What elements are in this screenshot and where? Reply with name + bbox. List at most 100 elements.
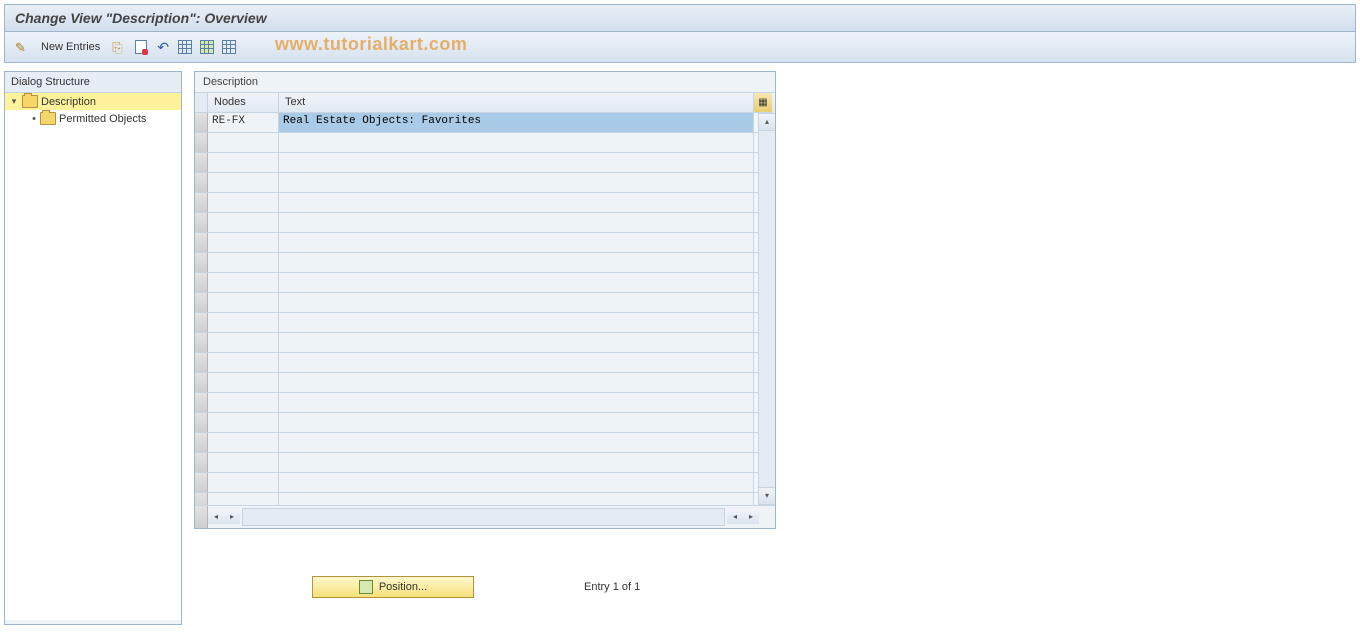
- table-row: [195, 313, 775, 333]
- scroll-right-icon[interactable]: ▸: [224, 510, 240, 524]
- grid-title: Description: [195, 72, 775, 92]
- new-entries-button[interactable]: New Entries: [35, 41, 106, 53]
- cell-nodes[interactable]: [208, 253, 279, 272]
- row-selector[interactable]: [195, 193, 208, 212]
- table-row: [195, 273, 775, 293]
- column-nodes[interactable]: Nodes: [208, 93, 279, 113]
- row-selector[interactable]: [195, 353, 208, 372]
- table-row: [195, 473, 775, 493]
- tree-item-description[interactable]: ▾ Description: [5, 93, 181, 110]
- change-icon[interactable]: ✎: [13, 38, 31, 56]
- cell-text[interactable]: [279, 173, 754, 192]
- cell-text[interactable]: [279, 133, 754, 152]
- table-row: [195, 353, 775, 373]
- cell-text[interactable]: [279, 453, 754, 472]
- cell-text[interactable]: [279, 273, 754, 292]
- cell-text[interactable]: [279, 493, 754, 505]
- select-block-icon[interactable]: [198, 38, 216, 56]
- row-selector[interactable]: [195, 133, 208, 152]
- cell-text[interactable]: [279, 193, 754, 212]
- cell-nodes[interactable]: [208, 133, 279, 152]
- vertical-scrollbar[interactable]: ▴ ▾: [758, 113, 775, 505]
- table-row: [195, 173, 775, 193]
- cell-nodes[interactable]: [208, 293, 279, 312]
- cell-text[interactable]: [279, 153, 754, 172]
- scroll-down-icon[interactable]: ▾: [759, 487, 775, 505]
- row-selector[interactable]: [195, 333, 208, 352]
- cell-text[interactable]: [279, 433, 754, 452]
- cell-nodes[interactable]: [208, 453, 279, 472]
- row-selector[interactable]: [195, 393, 208, 412]
- scroll-left-icon[interactable]: ◂: [208, 510, 224, 524]
- column-text[interactable]: Text: [279, 93, 754, 113]
- scroll-up-icon[interactable]: ▴: [759, 113, 775, 131]
- table-row: [195, 413, 775, 433]
- cell-text[interactable]: [279, 413, 754, 432]
- select-all-icon[interactable]: [176, 38, 194, 56]
- cell-text[interactable]: [279, 473, 754, 492]
- cell-text[interactable]: [279, 333, 754, 352]
- cell-text[interactable]: [279, 373, 754, 392]
- cell-nodes[interactable]: [208, 313, 279, 332]
- cell-text[interactable]: [279, 253, 754, 272]
- table-row: [195, 333, 775, 353]
- deselect-all-icon[interactable]: [220, 38, 238, 56]
- undo-icon[interactable]: ↶: [154, 38, 172, 56]
- cell-nodes[interactable]: [208, 413, 279, 432]
- tree-item-permitted-objects[interactable]: • Permitted Objects: [5, 110, 181, 127]
- cell-nodes[interactable]: [208, 333, 279, 352]
- row-selector[interactable]: [195, 413, 208, 432]
- cell-text[interactable]: [279, 293, 754, 312]
- cell-nodes[interactable]: [208, 493, 279, 505]
- scroll-left2-icon[interactable]: ◂: [727, 510, 743, 524]
- select-all-rows[interactable]: [195, 93, 208, 113]
- row-selector[interactable]: [195, 493, 208, 505]
- scroll-right2-icon[interactable]: ▸: [743, 510, 759, 524]
- row-selector[interactable]: [195, 473, 208, 492]
- position-button[interactable]: Position...: [312, 576, 474, 598]
- cell-text[interactable]: [279, 233, 754, 252]
- delete-icon[interactable]: [132, 38, 150, 56]
- row-selector[interactable]: [195, 173, 208, 192]
- cell-nodes[interactable]: [208, 173, 279, 192]
- table-row: [195, 193, 775, 213]
- copy-icon[interactable]: ⎘: [110, 38, 128, 56]
- row-selector[interactable]: [195, 433, 208, 452]
- cell-nodes[interactable]: [208, 473, 279, 492]
- row-selector[interactable]: [195, 153, 208, 172]
- row-selector[interactable]: [195, 213, 208, 232]
- grid-header: Nodes Text ▦: [195, 93, 775, 113]
- cell-nodes[interactable]: [208, 233, 279, 252]
- row-selector[interactable]: [195, 373, 208, 392]
- cell-text[interactable]: [279, 313, 754, 332]
- cell-nodes[interactable]: RE-FX: [208, 113, 279, 132]
- cell-nodes[interactable]: [208, 273, 279, 292]
- row-selector[interactable]: [195, 313, 208, 332]
- row-selector[interactable]: [195, 253, 208, 272]
- cell-text[interactable]: Real Estate Objects: Favorites: [279, 113, 754, 132]
- cell-text[interactable]: [279, 213, 754, 232]
- table-row: [195, 153, 775, 173]
- configure-columns-icon[interactable]: ▦: [754, 93, 772, 113]
- row-selector[interactable]: [195, 293, 208, 312]
- page-title: Change View "Description": Overview: [4, 4, 1356, 32]
- row-selector[interactable]: [195, 453, 208, 472]
- row-selector[interactable]: [195, 273, 208, 292]
- cell-nodes[interactable]: [208, 433, 279, 452]
- cell-nodes[interactable]: [208, 213, 279, 232]
- entry-counter: Entry 1 of 1: [584, 581, 640, 593]
- cell-nodes[interactable]: [208, 153, 279, 172]
- row-selector[interactable]: [195, 233, 208, 252]
- row-selector[interactable]: [195, 113, 208, 132]
- cell-nodes[interactable]: [208, 193, 279, 212]
- cell-nodes[interactable]: [208, 393, 279, 412]
- cell-text[interactable]: [279, 393, 754, 412]
- tree-item-label: Description: [41, 96, 96, 108]
- cell-nodes[interactable]: [208, 353, 279, 372]
- cell-nodes[interactable]: [208, 373, 279, 392]
- cell-text[interactable]: [279, 353, 754, 372]
- collapse-icon[interactable]: ▾: [9, 96, 19, 107]
- description-grid: Description Nodes Text ▦ RE-FXReal Estat…: [194, 71, 776, 529]
- horizontal-scrollbar[interactable]: ◂ ▸ ◂ ▸: [195, 505, 775, 528]
- watermark: www.tutorialkart.com: [275, 34, 467, 55]
